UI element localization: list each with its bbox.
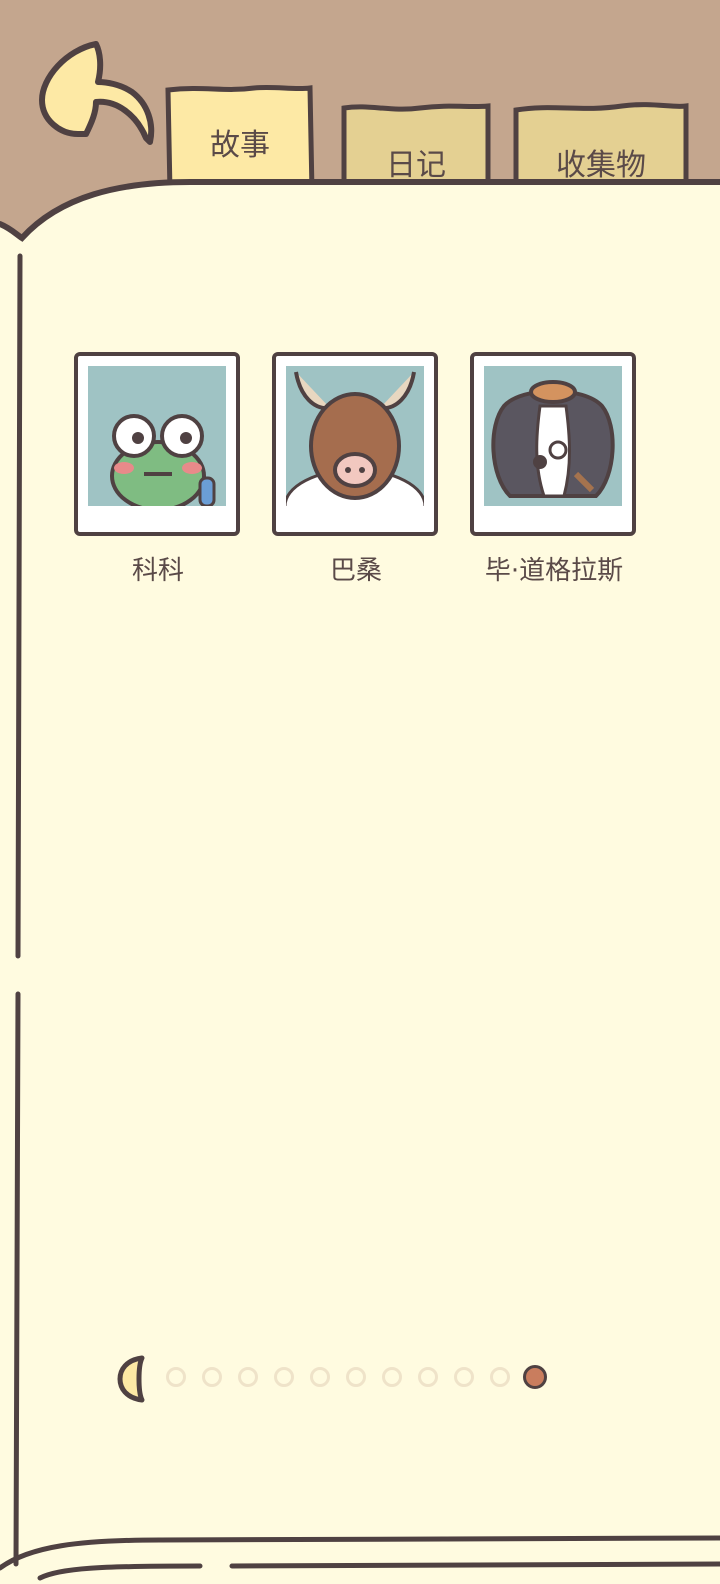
page-dot-8[interactable] (418, 1367, 438, 1387)
character-card-basang[interactable] (272, 352, 438, 536)
tab-story-label: 故事 (210, 128, 270, 163)
yak-portrait-icon (286, 366, 424, 506)
character-card-keke[interactable] (74, 352, 240, 536)
page-dot-10[interactable] (490, 1367, 510, 1387)
character-name-basang: 巴桑 (329, 556, 382, 586)
dog-portrait-icon (484, 366, 622, 506)
page-dot-3[interactable] (238, 1367, 258, 1387)
page-dot-9[interactable] (454, 1367, 474, 1387)
page-dot-4[interactable] (274, 1367, 294, 1387)
frog-portrait-icon (88, 366, 226, 506)
prev-page-icon[interactable] (116, 1354, 150, 1404)
page-dot-5[interactable] (310, 1367, 330, 1387)
character-name-keke: 科科 (131, 556, 184, 586)
back-arrow-icon[interactable] (36, 38, 158, 150)
page-dot-1[interactable] (166, 1367, 186, 1387)
page-dot-2[interactable] (202, 1367, 222, 1387)
character-name-bi-douglas: 毕·道格拉斯 (484, 556, 624, 586)
page-dot-7[interactable] (382, 1367, 402, 1387)
page-dot-11-active[interactable] (523, 1365, 547, 1389)
page-dot-6[interactable] (346, 1367, 366, 1387)
character-card-bi-douglas[interactable] (470, 352, 636, 536)
